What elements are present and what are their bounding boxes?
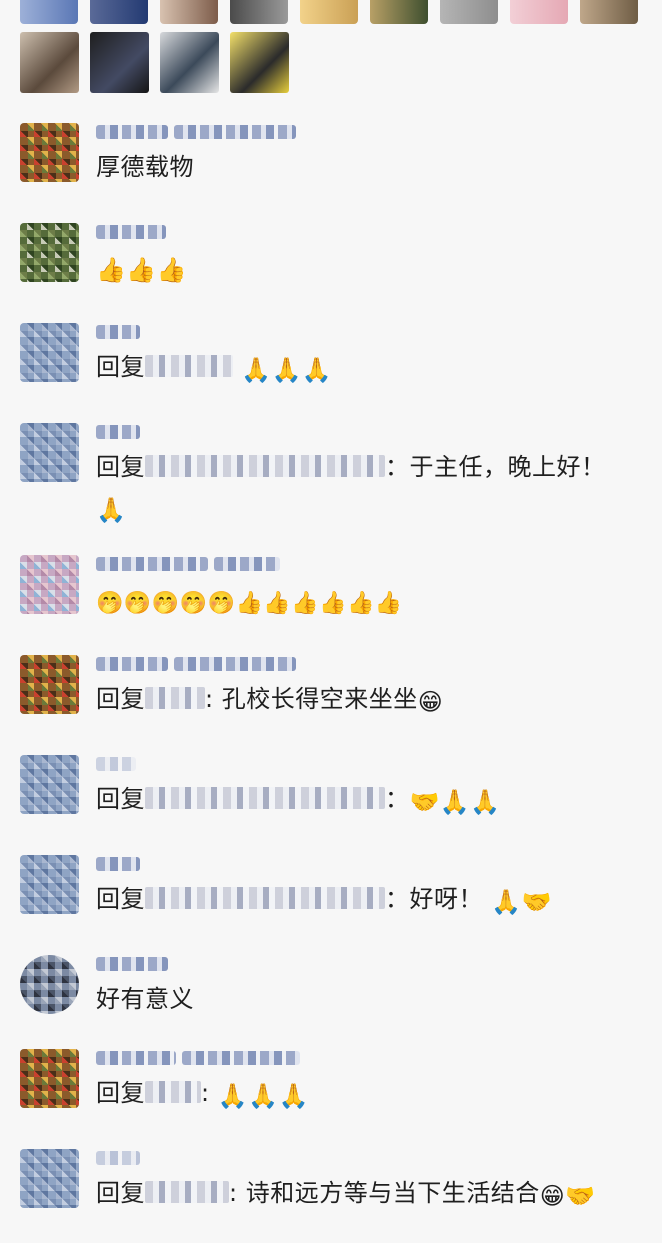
like-avatar[interactable]	[370, 0, 428, 24]
reply-target-name[interactable]	[145, 455, 385, 477]
reply-prefix: 回复	[96, 353, 145, 381]
like-avatar[interactable]	[90, 32, 149, 93]
comment-item[interactable]: 回复: 🙏🙏🙏	[0, 1043, 662, 1143]
commenter-name[interactable]	[96, 949, 632, 979]
comment-text: 回复 : 诗和远方等与当下生活结合😁🤝	[96, 1173, 632, 1213]
thumbs-up-icon: 👍👍👍	[96, 256, 188, 284]
avatar[interactable]	[20, 755, 79, 814]
comment-text: 回复 : 孔校长得空来坐坐😁	[96, 679, 632, 719]
commenter-name[interactable]	[96, 749, 632, 779]
reply-prefix: 回复	[96, 1179, 145, 1207]
comment-item[interactable]: 好有意义	[0, 949, 662, 1043]
likes-avatars-row	[20, 0, 642, 24]
like-avatar[interactable]	[90, 0, 148, 24]
folded-hands-icon: 🙏🙏🙏	[217, 1082, 309, 1110]
like-avatar[interactable]	[230, 32, 289, 93]
folded-hands-icon: 🙏🤝	[491, 888, 552, 916]
avatar[interactable]	[20, 123, 79, 182]
likes-avatars-row	[20, 32, 289, 93]
comment-text: 回复 🙏🙏🙏	[96, 347, 632, 387]
reply-prefix: 回复	[96, 885, 145, 913]
comment-body: : 诗和远方等与当下生活结合	[229, 1179, 540, 1207]
reply-prefix: 回复	[96, 685, 145, 713]
comment-body: ：好呀！	[385, 885, 483, 913]
avatar[interactable]	[20, 1049, 79, 1108]
folded-hands-icon: 🙏	[96, 496, 127, 524]
comment-body: 厚德载物	[96, 153, 194, 181]
reply-target-name[interactable]	[145, 355, 233, 377]
avatar[interactable]	[20, 955, 79, 1014]
comment-text: 🤭🤭🤭🤭🤭👍👍👍👍👍👍	[96, 579, 632, 619]
comment-text: 👍👍👍	[96, 247, 632, 287]
comment-body: ：于主任，晚上好！	[385, 453, 606, 481]
comment-body: 好有意义	[96, 985, 194, 1013]
comment-text: 回复: 🙏🙏🙏	[96, 1073, 632, 1113]
comment-text: 好有意义	[96, 979, 632, 1019]
folded-hands-icon: 🙏🙏🙏	[241, 356, 333, 384]
comment-list: 厚德载物 👍👍👍 回复 🙏🙏🙏 回复 ：于主任，晚上好！ 🙏 🤭🤭🤭🤭🤭👍👍👍👍…	[0, 117, 662, 1243]
comment-item[interactable]: 🤭🤭🤭🤭🤭👍👍👍👍👍👍	[0, 549, 662, 649]
comment-item[interactable]: 👍👍👍	[0, 217, 662, 317]
comment-text: 回复 ：于主任，晚上好！ 🙏	[96, 447, 632, 527]
comment-item[interactable]: 回复 ：于主任，晚上好！ 🙏	[0, 417, 662, 549]
comment-thread: 厚德载物 👍👍👍 回复 🙏🙏🙏 回复 ：于主任，晚上好！ 🙏 🤭🤭🤭🤭🤭👍👍👍👍…	[0, 0, 662, 1243]
handshake-icon: 🤝🙏🙏	[409, 788, 501, 816]
avatar[interactable]	[20, 223, 79, 282]
reply-prefix: 回复	[96, 785, 145, 813]
hand-over-mouth-icon: 🤭🤭🤭🤭🤭👍👍👍👍👍👍	[96, 591, 403, 616]
reply-target-name[interactable]	[145, 1081, 201, 1103]
like-avatar[interactable]	[440, 0, 498, 24]
grinning-face-icon: 😁	[417, 688, 444, 716]
comment-item[interactable]: 回复 ：🤝🙏🙏	[0, 749, 662, 849]
comment-item[interactable]: 回复 ：好呀！ 🙏🤝	[0, 849, 662, 949]
comment-text: 回复 ：🤝🙏🙏	[96, 779, 632, 819]
comment-item[interactable]: 回复 : 诗和远方等与当下生活结合😁🤝	[0, 1143, 662, 1243]
comment-text: 回复 ：好呀！ 🙏🤝	[96, 879, 632, 919]
grinning-face-icon: 😁🤝	[539, 1182, 596, 1210]
comment-item[interactable]: 回复 : 孔校长得空来坐坐😁	[0, 649, 662, 749]
comment-item[interactable]: 厚德载物	[0, 117, 662, 217]
commenter-name[interactable]	[96, 849, 632, 879]
avatar[interactable]	[20, 423, 79, 482]
commenter-name[interactable]	[96, 417, 632, 447]
commenter-name[interactable]	[96, 217, 632, 247]
reply-prefix: 回复	[96, 453, 145, 481]
like-avatar[interactable]	[510, 0, 568, 24]
reply-target-name[interactable]	[145, 887, 385, 909]
like-avatar[interactable]	[20, 32, 79, 93]
commenter-name[interactable]	[96, 117, 632, 147]
avatar[interactable]	[20, 655, 79, 714]
avatar[interactable]	[20, 555, 79, 614]
commenter-name[interactable]	[96, 649, 632, 679]
like-avatar[interactable]	[160, 0, 218, 24]
like-avatar[interactable]	[20, 0, 78, 24]
comment-item[interactable]: 回复 🙏🙏🙏	[0, 317, 662, 417]
reply-target-name[interactable]	[145, 787, 385, 809]
like-avatar[interactable]	[230, 0, 288, 24]
commenter-name[interactable]	[96, 549, 632, 579]
commenter-name[interactable]	[96, 317, 632, 347]
avatar[interactable]	[20, 855, 79, 914]
reply-target-name[interactable]	[145, 1181, 229, 1203]
like-avatar[interactable]	[580, 0, 638, 24]
reply-target-name[interactable]	[145, 687, 205, 709]
avatar[interactable]	[20, 323, 79, 382]
comment-body: ：	[385, 785, 410, 813]
commenter-name[interactable]	[96, 1043, 632, 1073]
reply-prefix: 回复	[96, 1079, 145, 1107]
commenter-name[interactable]	[96, 1143, 632, 1173]
avatar[interactable]	[20, 1149, 79, 1208]
comment-body: :	[201, 1079, 210, 1107]
like-avatar[interactable]	[300, 0, 358, 24]
comment-text: 厚德载物	[96, 147, 632, 187]
like-avatar[interactable]	[160, 32, 219, 93]
comment-body: : 孔校长得空来坐坐	[205, 685, 418, 713]
